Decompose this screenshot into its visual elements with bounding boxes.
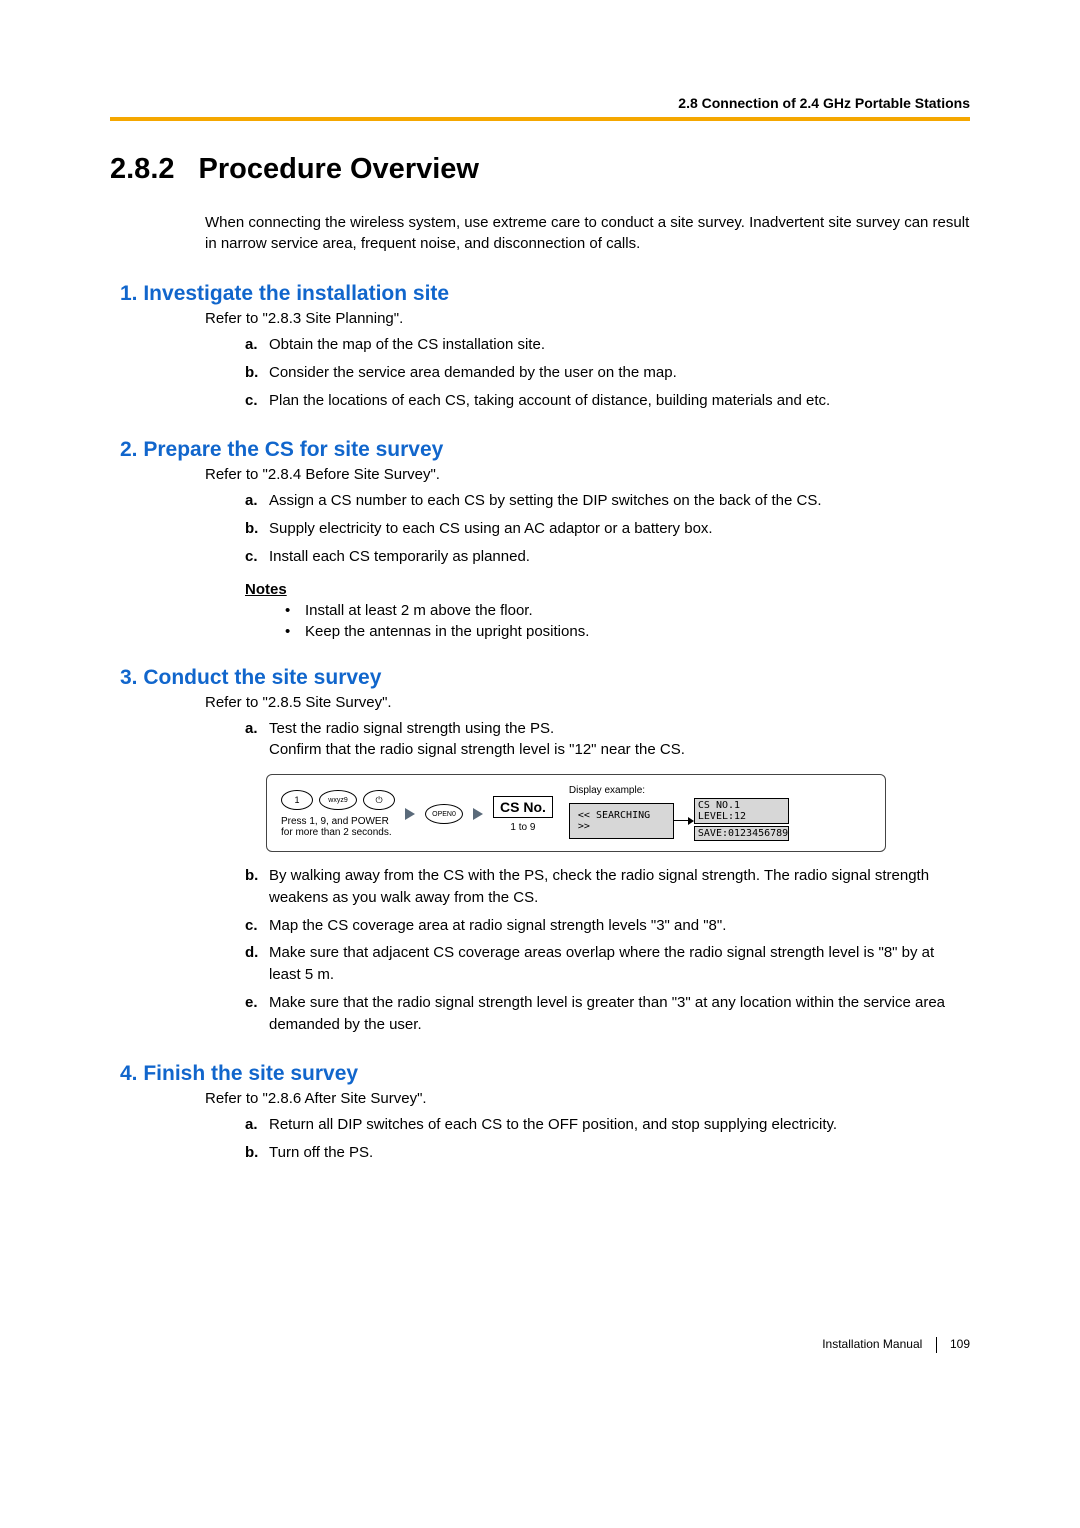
cs-number-box: CS No. — [493, 796, 553, 818]
display-screen-level: CS NO.1 LEVEL:12 — [694, 798, 789, 824]
key-1-icon: 1 — [281, 790, 313, 810]
intro-paragraph: When connecting the wireless system, use… — [205, 212, 970, 254]
list-item: Install at least 2 m above the floor. — [285, 600, 970, 621]
cs-number-range: 1 to 9 — [510, 822, 535, 833]
footer-separator — [936, 1337, 937, 1353]
list-item: Assign a CS number to each CS by setting… — [245, 487, 970, 515]
footer-page-number: 109 — [950, 1337, 970, 1351]
list-item: Return all DIP switches of each CS to th… — [245, 1111, 970, 1139]
list-item-line: Confirm that the radio signal strength l… — [269, 741, 685, 758]
ordered-list: Assign a CS number to each CS by setting… — [245, 487, 970, 570]
arrow-icon — [405, 808, 415, 820]
display-screen-searching: << SEARCHING >> — [569, 803, 674, 839]
list-item-line: Test the radio signal strength using the… — [269, 720, 554, 737]
page: 2.8 Connection of 2.4 GHz Portable Stati… — [0, 0, 1080, 1393]
display-screen-save: SAVE:0123456789 — [694, 826, 789, 841]
refer-text: Refer to "2.8.5 Site Survey". — [205, 694, 970, 711]
list-item: Plan the locations of each CS, taking ac… — [245, 387, 970, 415]
page-footer: Installation Manual 109 — [110, 1337, 970, 1353]
list-item: Obtain the map of the CS installation si… — [245, 331, 970, 359]
section-heading-2: 2. Prepare the CS for site survey — [120, 438, 970, 462]
list-item: Install each CS temporarily as planned. — [245, 543, 970, 571]
section-heading-3: 3. Conduct the site survey — [120, 666, 970, 690]
list-item: Keep the antennas in the upright positio… — [285, 621, 970, 642]
list-item: Make sure that adjacent CS coverage area… — [245, 939, 970, 989]
ordered-list: Test the radio signal strength using the… — [245, 715, 970, 765]
list-item: Test the radio signal strength using the… — [245, 715, 970, 765]
notes-label: Notes — [245, 581, 970, 598]
ordered-list: Obtain the map of the CS installation si… — [245, 331, 970, 414]
chapter-number: 2.8.2 — [110, 153, 175, 186]
display-example-label: Display example: — [569, 785, 789, 796]
footer-manual-name: Installation Manual — [822, 1337, 922, 1351]
list-item: Supply electricity to each CS using an A… — [245, 515, 970, 543]
key-open-icon: OPEN0 — [425, 804, 463, 824]
ordered-list: Return all DIP switches of each CS to th… — [245, 1111, 970, 1167]
press-hint: Press 1, 9, and POWER for more than 2 se… — [281, 816, 395, 838]
list-item: Consider the service area demanded by th… — [245, 359, 970, 387]
list-item: By walking away from the CS with the PS,… — [245, 862, 970, 912]
key-9-icon: wxyz9 — [319, 790, 357, 810]
refer-text: Refer to "2.8.3 Site Planning". — [205, 310, 970, 327]
connector-arrow — [674, 817, 694, 825]
chapter-heading: 2.8.2 Procedure Overview — [110, 153, 970, 186]
section-heading-1: 1. Investigate the installation site — [120, 282, 970, 306]
arrow-icon — [473, 808, 483, 820]
refer-text: Refer to "2.8.6 After Site Survey". — [205, 1090, 970, 1107]
refer-text: Refer to "2.8.4 Before Site Survey". — [205, 466, 970, 483]
running-header: 2.8 Connection of 2.4 GHz Portable Stati… — [110, 95, 970, 121]
keypad-diagram: 1 wxyz9 ⏻ Press 1, 9, and POWER for more… — [266, 774, 886, 852]
list-item: Map the CS coverage area at radio signal… — [245, 912, 970, 940]
list-item: Turn off the PS. — [245, 1139, 970, 1167]
chapter-title: Procedure Overview — [199, 153, 479, 185]
key-power-icon: ⏻ — [363, 790, 395, 810]
section-heading-4: 4. Finish the site survey — [120, 1062, 970, 1086]
notes-list: Install at least 2 m above the floor. Ke… — [285, 600, 970, 642]
list-item: Make sure that the radio signal strength… — [245, 989, 970, 1039]
ordered-list: By walking away from the CS with the PS,… — [245, 862, 970, 1038]
